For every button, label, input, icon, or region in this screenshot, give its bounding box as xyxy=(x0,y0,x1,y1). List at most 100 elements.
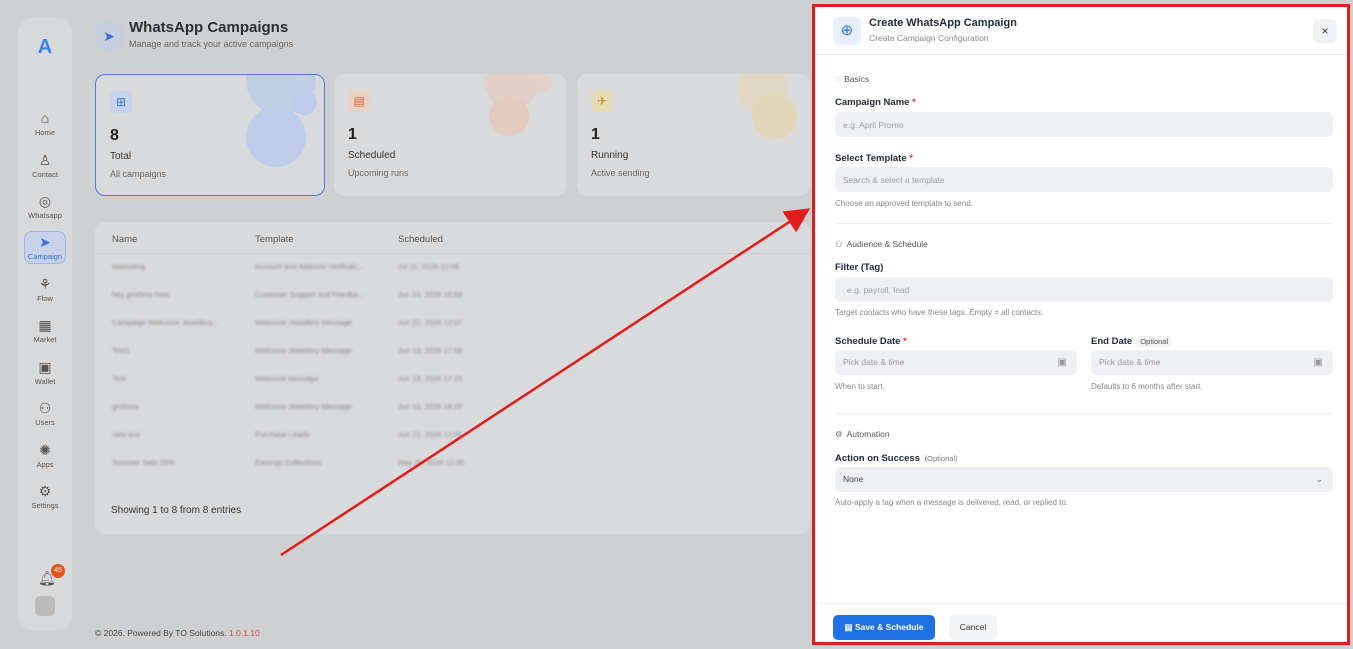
stat-card-scheduled[interactable]: ▤ 1 Scheduled Upcoming runs xyxy=(334,74,566,196)
column-header-scheduled[interactable]: Scheduled xyxy=(398,234,443,245)
campaign-name-input[interactable] xyxy=(843,112,1333,137)
stat-label: Total xyxy=(110,151,132,162)
sidebar-item-label: Apps xyxy=(36,460,54,469)
modal-title: Create WhatsApp Campaign xyxy=(869,17,1017,29)
table-row[interactable]: grishma Welcome Jewellery Message Jun 16, … xyxy=(95,394,810,422)
calendar-icon: ▣ xyxy=(1057,357,1067,368)
section-title: Basics xyxy=(844,74,870,84)
save-label: Save & Schedule xyxy=(854,622,924,632)
section-basics: ◌ Basics xyxy=(835,74,869,84)
table-row[interactable]: Test Welcome Message Jun 18, 2026 17:15 xyxy=(95,366,810,394)
filter-hint: Target contacts who have these tags. Emp… xyxy=(835,308,1044,317)
create-campaign-modal: ⊕ Create WhatsApp Campaign Create Campai… xyxy=(812,4,1350,645)
page-title: WhatsApp Campaigns xyxy=(129,19,289,36)
end-date-placeholder: Pick date & time xyxy=(1099,357,1161,367)
campaign-table: Name Template Scheduled Marketing Account… xyxy=(95,222,810,534)
modal-subtitle: Create Campaign Configuration xyxy=(869,33,989,43)
template-search-field[interactable] xyxy=(835,167,1333,192)
section-automation: ⚙ Automation xyxy=(835,429,890,440)
sidebar-item-market[interactable]: ▦ Market xyxy=(18,317,72,344)
table-row[interactable]: Test1 Welcome Jewellery Message Jun 19, 20… xyxy=(95,338,810,366)
sidebar-item-label: Market xyxy=(33,335,57,344)
sidebar-item-label: Home xyxy=(34,128,55,137)
modal-header: ⊕ Create WhatsApp Campaign Create Campai… xyxy=(815,7,1347,55)
table-row[interactable]: Campaign Welcome Jewellery... Welcome Jew… xyxy=(95,310,810,338)
end-date-hint: Defaults to 6 months after start. xyxy=(1091,382,1203,391)
plus-circle-icon: ⊕ xyxy=(833,17,861,45)
filter-tag-field[interactable] xyxy=(835,277,1333,302)
end-date-label: End Date Optional xyxy=(1091,336,1173,347)
table-row[interactable]: Summer Sale 25% Earrings Collections May 2… xyxy=(95,450,810,478)
schedule-date-placeholder: Pick date & time xyxy=(843,357,905,367)
stat-card-total[interactable]: ⊞ 8 Total All campaigns xyxy=(95,74,325,196)
sidebar-item-users[interactable]: ⚇ Users xyxy=(18,400,72,427)
flow-icon: ⚘ xyxy=(38,276,52,292)
sidebar-item-apps[interactable]: ✺ Apps xyxy=(18,442,72,469)
filter-tag-input[interactable] xyxy=(843,277,1333,302)
automation-icon: ⚙ xyxy=(835,429,843,439)
column-header-template[interactable]: Template xyxy=(255,234,294,245)
table-row[interactable]: new test Purchase Leads Jun 21, 2026 12:05 xyxy=(95,422,810,450)
stat-card-running[interactable]: ✈ 1 Running Active sending xyxy=(577,74,810,196)
stat-desc: Active sending xyxy=(591,168,650,178)
divider xyxy=(835,413,1333,414)
end-date-picker[interactable]: Pick date & time ▣ xyxy=(1091,350,1333,375)
calendar-icon: ▣ xyxy=(1313,357,1323,368)
settings-icon: ⚙ xyxy=(38,483,52,499)
save-icon: ▤ xyxy=(844,622,855,632)
avatar[interactable] xyxy=(35,596,55,616)
stat-label: Running xyxy=(591,150,629,161)
divider xyxy=(835,223,1333,224)
section-title: Audience & Schedule xyxy=(846,239,928,249)
schedule-date-hint: When to start. xyxy=(835,382,885,391)
sidebar-item-home[interactable]: ⌂ Home xyxy=(18,110,72,137)
sidebar-item-campaign[interactable]: ➤ Campaign xyxy=(24,231,66,264)
whatsapp-icon: ◎ xyxy=(38,193,52,209)
stat-label: Scheduled xyxy=(348,150,396,161)
footer-text: © 2026. Powered By TO Solutions. xyxy=(95,628,227,638)
sidebar-item-wallet[interactable]: ▣ Wallet xyxy=(18,359,72,386)
stat-value: 1 xyxy=(348,126,357,143)
table-row[interactable]: Marketing Account and Address Verificati.… xyxy=(95,254,810,282)
campaign-name-label: Campaign Name * xyxy=(835,97,916,108)
send-icon: ➤ xyxy=(95,22,123,50)
calendar-icon: ▤ xyxy=(348,90,370,112)
sidebar-item-contact[interactable]: ♙ Contact xyxy=(18,152,72,179)
users-icon: ⚇ xyxy=(38,400,52,416)
apps-icon: ✺ xyxy=(39,442,51,458)
stat-desc: All campaigns xyxy=(110,169,167,179)
cancel-button[interactable]: Cancel xyxy=(949,615,997,640)
campaign-name-field[interactable] xyxy=(835,112,1333,137)
filter-label: Filter (Tag) xyxy=(835,262,884,273)
column-header-name[interactable]: Name xyxy=(112,234,137,245)
market-icon: ▦ xyxy=(38,317,52,333)
sidebar-item-settings[interactable]: ⚙ Settings xyxy=(18,483,72,510)
sidebar-item-whatsapp[interactable]: ◎ Whatsapp xyxy=(18,193,72,220)
pagination-info: Showing 1 to 8 from 8 entries xyxy=(111,505,242,516)
home-icon: ⌂ xyxy=(40,110,50,126)
sidebar-item-label: Wallet xyxy=(34,377,56,386)
close-button[interactable]: × xyxy=(1313,19,1337,43)
logo-icon: A xyxy=(37,36,53,58)
stat-value: 1 xyxy=(591,126,600,143)
action-hint: Auto-apply a tag when a message is deliv… xyxy=(835,498,1069,507)
action-label: Action on Success (Optional) xyxy=(835,453,958,464)
template-search-input[interactable] xyxy=(843,167,1333,192)
stat-value: 8 xyxy=(110,127,119,144)
schedule-date-picker[interactable]: Pick date & time ▣ xyxy=(835,350,1077,375)
info-icon: ◌ xyxy=(835,74,841,84)
grid-icon: ⊞ xyxy=(110,91,132,113)
save-schedule-button[interactable]: ▤ Save & Schedule xyxy=(833,615,935,640)
table-row[interactable]: hey grishma here Customer Support and Fee… xyxy=(95,282,810,310)
page-subtitle: Manage and track your active campaigns xyxy=(129,39,294,49)
sidebar-item-label: Contact xyxy=(32,170,58,179)
template-hint: Choose an approved template to send. xyxy=(835,199,973,208)
notification-badge: 45 xyxy=(51,564,65,578)
stat-desc: Upcoming runs xyxy=(348,168,409,178)
sidebar-item-flow[interactable]: ⚘ Flow xyxy=(18,276,72,303)
contact-icon: ♙ xyxy=(38,152,52,168)
action-select[interactable]: None ⌄ xyxy=(835,467,1333,492)
action-selected-value: None xyxy=(843,474,864,484)
version-label: 1.0.1.10 xyxy=(229,628,260,638)
sidebar-item-label: Users xyxy=(35,418,55,427)
